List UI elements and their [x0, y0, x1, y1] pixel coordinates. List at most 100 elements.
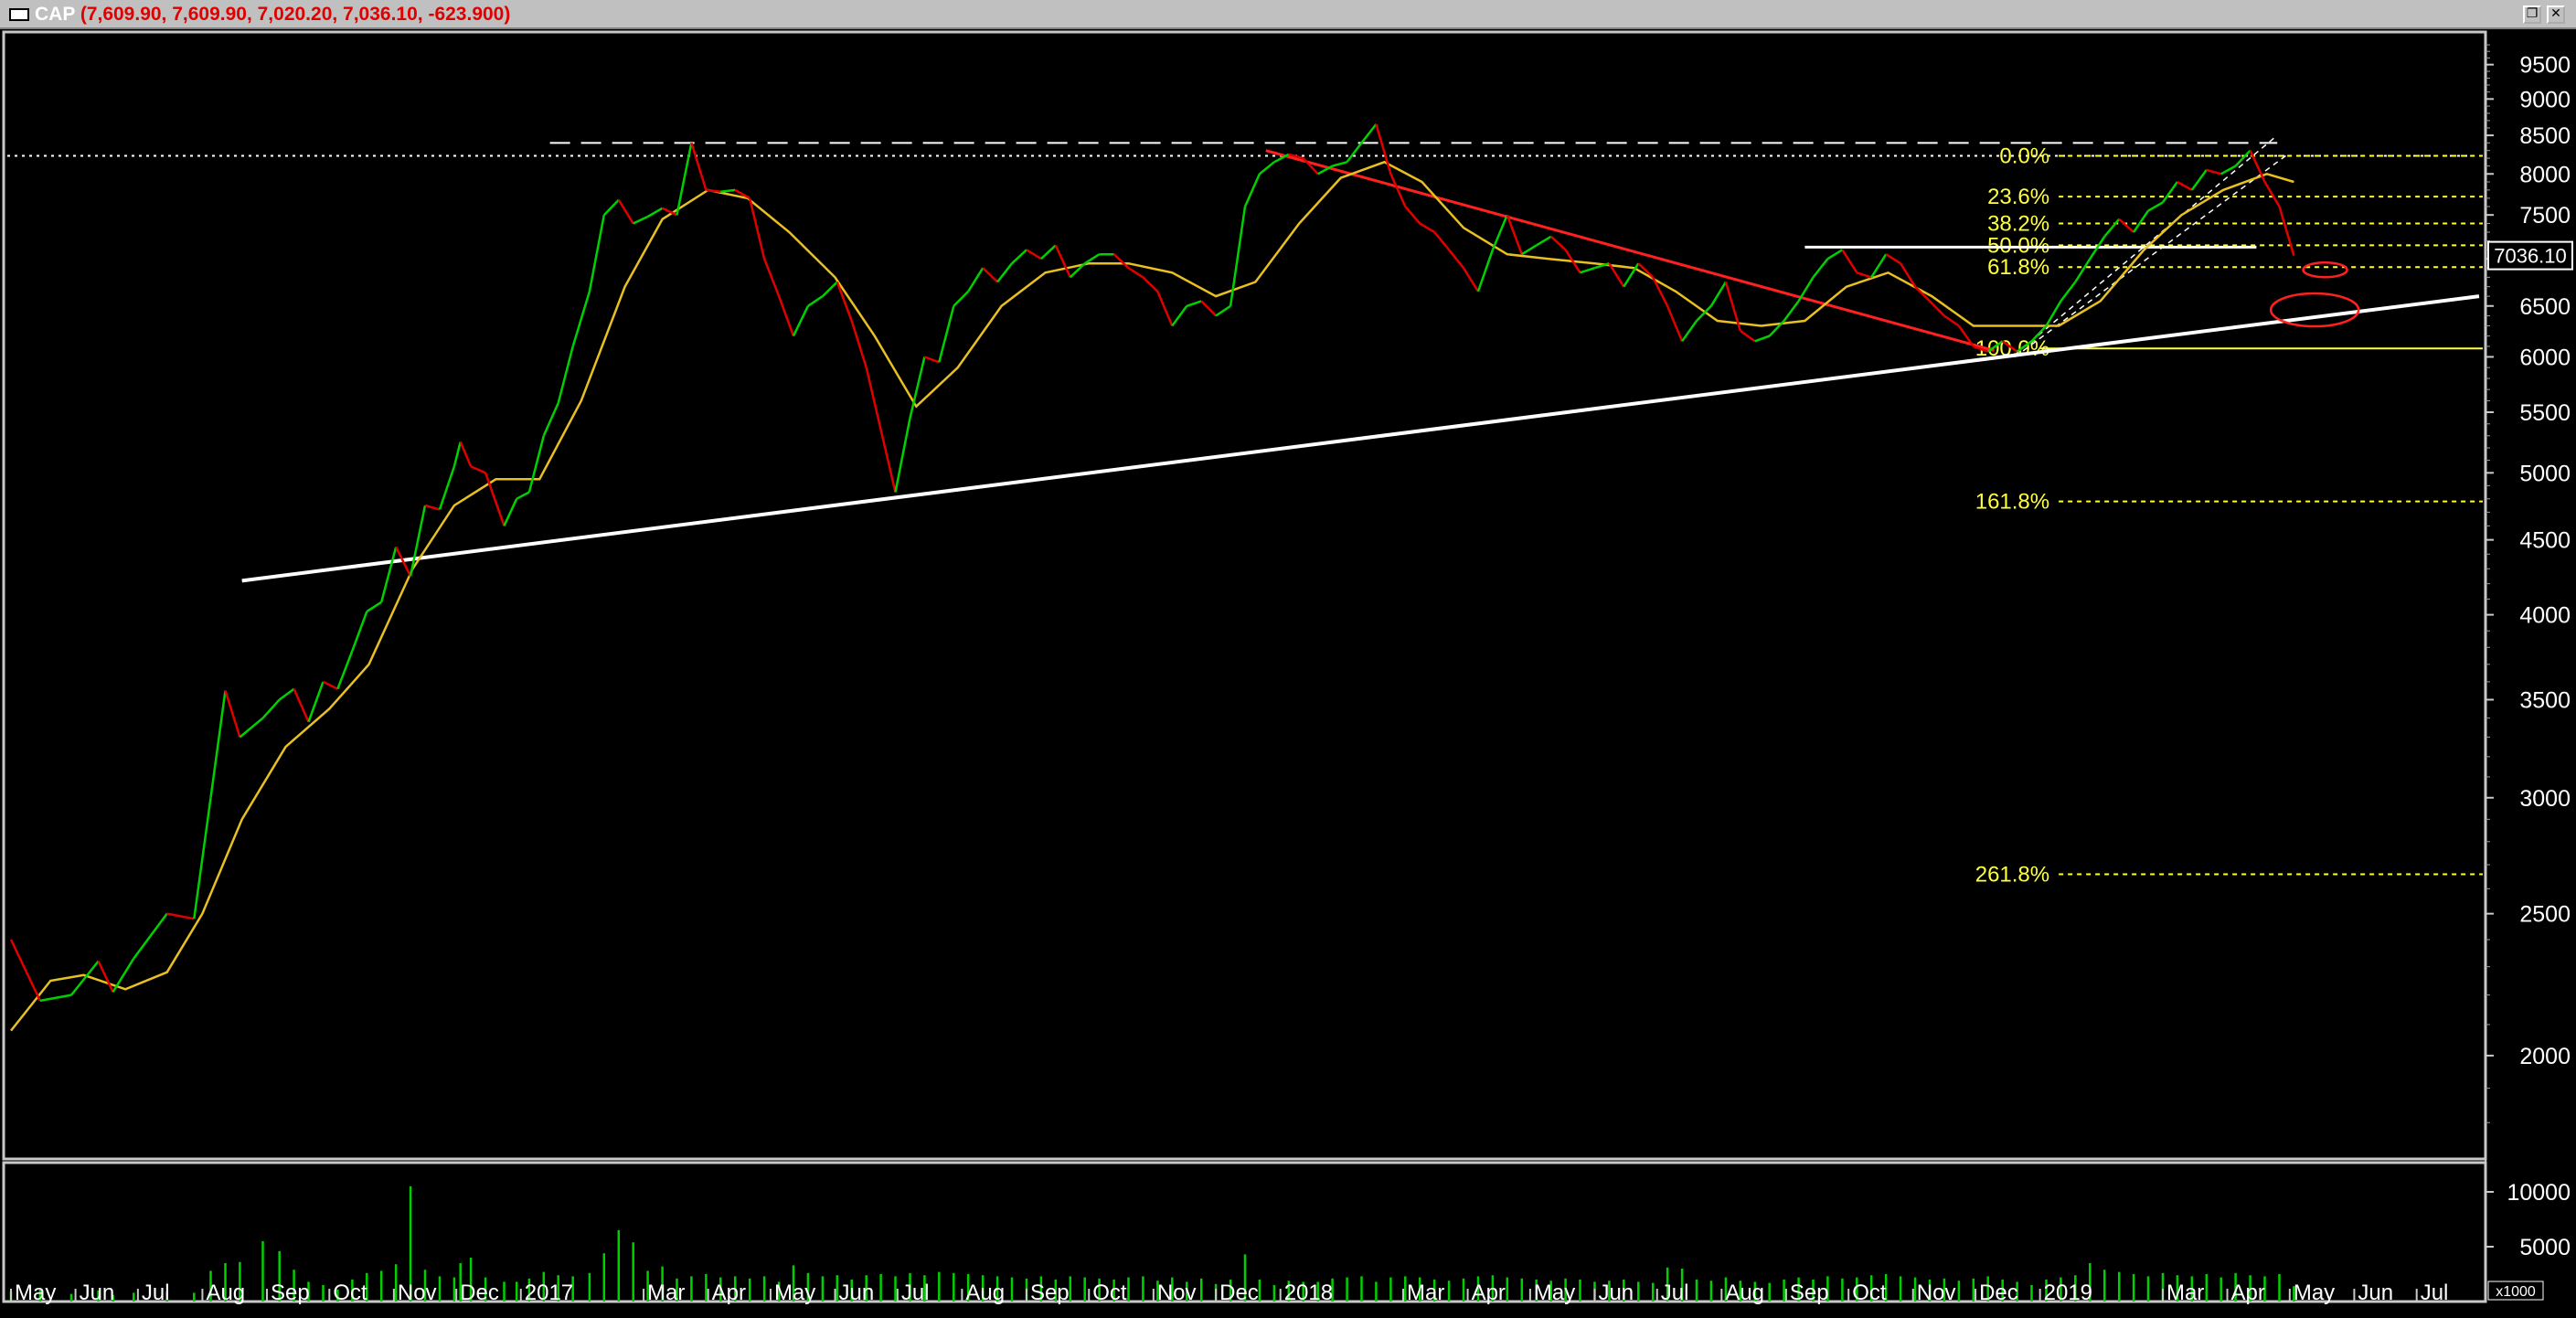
price-segment — [1156, 291, 1174, 326]
price-segment — [1885, 253, 1901, 265]
time-tick-label: Mar — [1407, 1281, 1444, 1305]
time-tick-label: May — [1534, 1281, 1575, 1305]
price-segment — [209, 690, 227, 798]
restore-button[interactable]: ❐ — [2523, 5, 2541, 24]
time-tick-label: Sep — [1790, 1281, 1829, 1305]
time-tick-label: Jul — [2421, 1281, 2449, 1305]
price-segment — [706, 188, 721, 193]
price-segment — [1841, 249, 1858, 273]
price-segment — [1332, 161, 1347, 167]
price-segment — [1229, 206, 1247, 306]
price-segment — [278, 687, 295, 701]
price-segment — [967, 267, 985, 292]
price-segment — [1549, 235, 1567, 251]
price-segment — [1142, 276, 1159, 292]
price-segment — [1476, 249, 1495, 292]
close-button[interactable]: ✕ — [2547, 5, 2565, 24]
time-tick-label: Dec — [1979, 1281, 2018, 1305]
price-segment — [1389, 173, 1407, 207]
price-segment — [1754, 335, 1771, 343]
price-segment — [1040, 244, 1057, 260]
price-layer — [9, 123, 2295, 1003]
price-segment — [424, 504, 441, 511]
price-segment — [588, 214, 606, 292]
chart-canvas: 0.0%23.6%38.2%50.0%61.8%100.0%161.8%261.… — [2, 30, 2573, 1305]
price-segment — [1404, 206, 1421, 225]
trendline-downtrend — [1265, 149, 1995, 352]
price-tick-label: 4000 — [2519, 603, 2571, 629]
price-segment — [1375, 123, 1392, 175]
price-segment — [470, 465, 486, 474]
price-segment — [261, 698, 281, 719]
price-tick-label: 4500 — [2519, 528, 2571, 554]
price-segment — [1084, 253, 1101, 265]
price-segment — [166, 912, 195, 920]
time-tick-label: Jul — [142, 1281, 170, 1305]
price-segment — [633, 215, 649, 225]
price-segment — [1462, 267, 1480, 292]
price-tick-label: 5500 — [2519, 400, 2571, 426]
fib-level-label: 0.0% — [1999, 144, 2049, 169]
time-tick-label: Sep — [1030, 1281, 1070, 1305]
fib-level-label: 161.8% — [1975, 490, 2049, 515]
price-segment — [822, 281, 838, 297]
price-segment — [2263, 181, 2281, 207]
price-segment — [2074, 258, 2092, 283]
price-segment — [1259, 161, 1275, 175]
title-bar[interactable]: CAP (7,609.90, 7,609.90, 7,020.20, 7,036… — [0, 0, 2576, 29]
last-price-label: 7036.10 — [2494, 245, 2567, 268]
volume-tick-label: 5000 — [2519, 1235, 2571, 1260]
price-segment — [2060, 281, 2077, 303]
fib-level-label: 61.8% — [1987, 255, 2049, 280]
price-segment — [503, 498, 518, 526]
price-segment — [1448, 249, 1464, 269]
price-segment — [690, 142, 708, 191]
time-tick-label: Oct — [1092, 1281, 1127, 1305]
time-tick-label: Dec — [1219, 1281, 1259, 1305]
trendline-layer — [241, 134, 2480, 583]
time-tick-label: May — [774, 1281, 815, 1305]
price-segment — [322, 680, 338, 690]
price-segment — [409, 505, 427, 577]
price-segment — [617, 199, 634, 225]
price-segment — [1419, 222, 1435, 234]
trendline-support — [241, 294, 2480, 583]
price-segment — [1709, 281, 1727, 307]
price-segment — [865, 367, 882, 430]
document-icon — [9, 8, 29, 21]
price-segment — [1856, 271, 1872, 279]
time-tick-label: Apr — [2231, 1281, 2265, 1305]
price-segment — [996, 262, 1013, 283]
time-tick-label: Mar — [647, 1281, 685, 1305]
time-tick-label: Dec — [460, 1281, 499, 1305]
highlight-ellipse — [2269, 292, 2360, 328]
price-segment — [97, 961, 114, 993]
time-tick-label: Apr — [1472, 1281, 1506, 1305]
price-segment — [777, 295, 795, 337]
price-segment — [1826, 249, 1844, 260]
price-tick-label: 7500 — [2519, 203, 2571, 229]
price-segment — [133, 912, 168, 960]
price-panel-frame — [2, 30, 2487, 1161]
price-segment — [1346, 142, 1363, 164]
symbol-label: CAP — [35, 4, 75, 25]
price-segment — [438, 465, 456, 510]
time-tick-label: Mar — [2166, 1281, 2204, 1305]
time-tick-label: Jun — [2358, 1281, 2393, 1305]
price-tick-label: 5000 — [2519, 461, 2571, 486]
time-tick-label: May — [2294, 1281, 2335, 1305]
time-tick-label: Aug — [206, 1281, 245, 1305]
price-segment — [1580, 267, 1595, 274]
time-tick-label: Oct — [1852, 1281, 1887, 1305]
price-segment — [459, 441, 473, 467]
price-segment — [1011, 249, 1027, 265]
price-segment — [2133, 209, 2150, 233]
price-segment — [1536, 235, 1552, 247]
price-segment — [1127, 267, 1144, 279]
price-segment — [39, 994, 72, 1003]
time-tick-label: Nov — [1157, 1281, 1197, 1305]
price-segment — [293, 688, 310, 723]
price-segment — [953, 291, 970, 307]
price-segment — [1186, 300, 1202, 307]
price-tick-label: 8500 — [2519, 123, 2571, 149]
